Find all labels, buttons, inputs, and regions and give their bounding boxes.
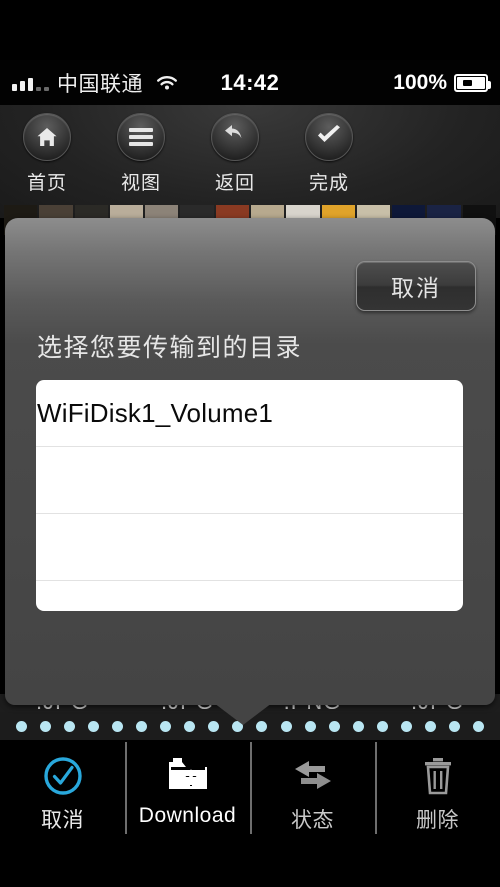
clock-label: 14:42 — [220, 69, 280, 95]
status-bar-left: 中国联通 — [0, 68, 210, 98]
tab-cancel-label: 取消 — [41, 809, 84, 832]
toolbar-button-home-label: 首页 — [26, 173, 67, 194]
circle-check-icon — [42, 754, 84, 798]
tab-download-label: Download — [138, 804, 237, 827]
toolbar-button-done[interactable]: 完成 — [282, 113, 376, 195]
bottom-tab-bar: 取消 Download 状态 删除 — [0, 740, 500, 850]
dialog-title: 选择您要传输到的目录 — [37, 334, 303, 362]
list-item[interactable] — [36, 581, 463, 608]
toolbar-button-home[interactable]: 首页 — [0, 113, 94, 195]
page-indicator-dot — [328, 720, 340, 732]
page-indicator-dot — [40, 720, 52, 732]
tab-delete[interactable]: 删除 — [375, 740, 500, 850]
status-bar-right: 100% — [290, 71, 500, 95]
page-indicator-dot — [112, 720, 124, 732]
page-indicator-dot — [136, 720, 148, 732]
carrier-label: 中国联通 — [57, 72, 143, 96]
page-indicator-dot — [376, 720, 388, 732]
tab-status[interactable]: 状态 — [250, 740, 375, 850]
page-indicator-dot — [352, 720, 364, 732]
toolbar-button-view-label: 视图 — [120, 173, 161, 194]
wifi-icon — [155, 74, 179, 92]
top-toolbar: 首页 视图 返回 完成 — [0, 105, 500, 218]
page-indicator-dot — [64, 720, 76, 732]
folder-download-icon — [165, 754, 211, 798]
back-arrow-icon — [223, 124, 247, 151]
page-indicator-dot — [160, 720, 172, 732]
page-indicator-dot — [280, 720, 292, 732]
battery-percent-label: 100% — [393, 70, 447, 94]
tab-download[interactable]: Download — [125, 740, 250, 850]
tab-status-label: 状态 — [291, 809, 334, 832]
page-indicator-dot — [400, 720, 412, 732]
battery-charging-icon — [454, 73, 491, 92]
page-indicator-dot — [88, 720, 100, 732]
toolbar-button-back-label: 返回 — [214, 173, 255, 194]
signal-bars-icon — [12, 75, 49, 91]
letterbox-bottom — [0, 850, 500, 887]
page-indicator-dot — [424, 720, 436, 732]
list-view-icon — [129, 128, 153, 146]
list-item-label: WiFiDisk1_Volume1 — [37, 397, 274, 428]
home-icon — [36, 127, 58, 147]
page-indicator-dot — [304, 720, 316, 732]
page-indicator-dot — [16, 720, 27, 732]
page-indicator-dot — [184, 720, 196, 732]
directory-list[interactable]: WiFiDisk1_Volume1 — [36, 380, 463, 611]
directory-picker-dialog: 取消 选择您要传输到的目录 WiFiDisk1_Volume1 — [5, 218, 495, 705]
page-indicator-dot — [472, 720, 484, 732]
transfer-arrows-icon — [289, 754, 337, 798]
checkmark-icon — [316, 124, 342, 151]
toolbar-button-view[interactable]: 视图 — [94, 113, 188, 195]
trash-icon — [421, 754, 455, 798]
list-item[interactable] — [36, 514, 463, 581]
phone-screen: 中国联通 14:42 100% 首页 视图 返回 完成 取消 选择您要传输到的目… — [0, 0, 500, 887]
tab-cancel[interactable]: 取消 — [0, 740, 125, 850]
status-bar: 中国联通 14:42 100% — [0, 60, 500, 105]
dialog-cancel-button[interactable]: 取消 — [356, 261, 476, 311]
letterbox-top — [0, 0, 500, 60]
page-indicator-dot — [448, 720, 460, 732]
toolbar-button-done-label: 完成 — [308, 173, 349, 194]
popover-arrow — [214, 703, 272, 725]
list-item[interactable] — [36, 447, 463, 514]
tab-delete-label: 删除 — [416, 809, 459, 832]
list-item[interactable]: WiFiDisk1_Volume1 — [36, 380, 463, 447]
toolbar-button-back[interactable]: 返回 — [188, 113, 282, 195]
